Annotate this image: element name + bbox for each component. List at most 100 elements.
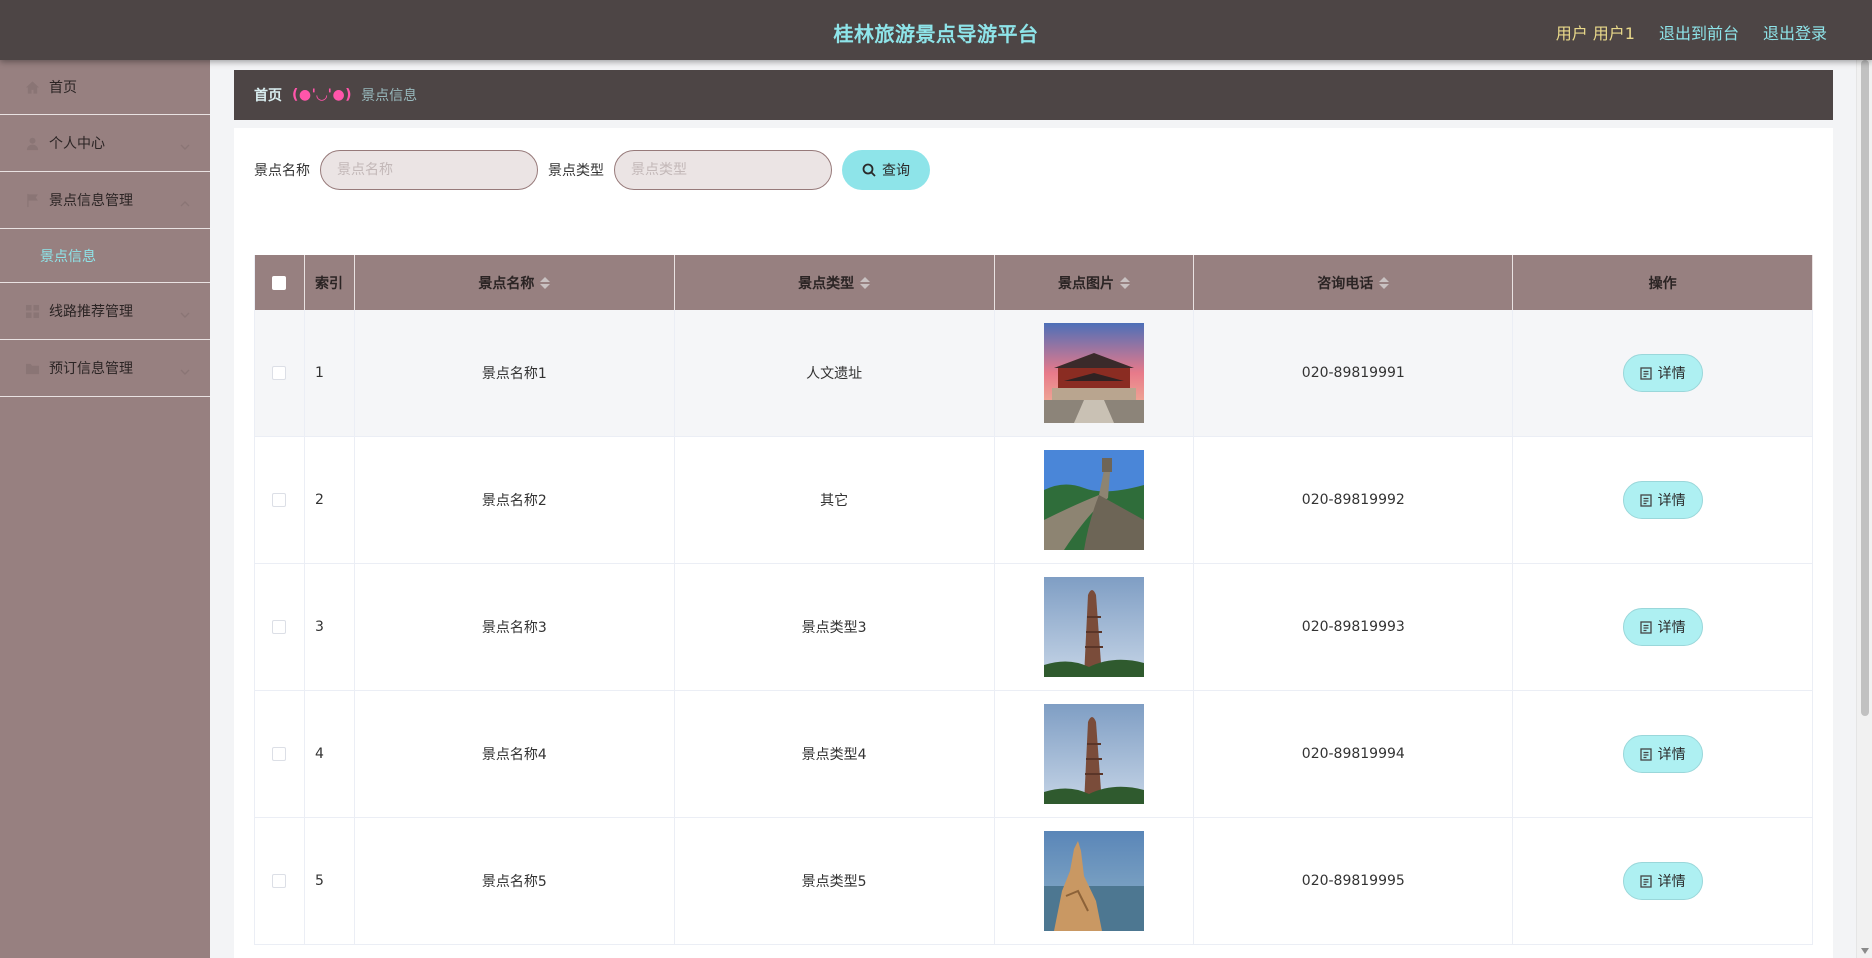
- grid-icon: [24, 303, 40, 319]
- table-row[interactable]: 1 景点名称1 人文遗址 020-89819991 详情: [255, 310, 1814, 437]
- type-filter-input[interactable]: [614, 150, 832, 190]
- row-operations: 详情: [1513, 818, 1814, 944]
- breadcrumb-separator: (●'◡'●): [292, 87, 353, 103]
- detail-button[interactable]: 详情: [1622, 862, 1703, 900]
- row-name: 景点名称5: [355, 818, 675, 944]
- header-checkbox-cell: [255, 255, 305, 310]
- row-phone: 020-89819992: [1194, 437, 1514, 563]
- scroll-down-arrow-icon[interactable]: [1861, 948, 1869, 954]
- attractions-table: 索引 景点名称 景点类型 景点图片 咨询电话 操作 1 景点名称1 人文遗址 020-…: [254, 255, 1814, 945]
- row-checkbox-cell: [255, 818, 305, 944]
- row-checkbox-cell: [255, 310, 305, 436]
- sidebar-item-attraction-management[interactable]: 景点信息管理: [0, 172, 210, 229]
- row-checkbox[interactable]: [272, 747, 287, 761]
- column-header-label: 操作: [1648, 275, 1677, 292]
- row-image-cell: [995, 691, 1195, 817]
- name-filter-input[interactable]: [320, 150, 538, 190]
- breadcrumb-current: 景点信息: [361, 88, 418, 104]
- table-row[interactable]: 4 景点名称4 景点类型4 020-89819994 详情: [255, 691, 1814, 818]
- sidebar-item-label: 景点信息管理: [49, 193, 133, 209]
- row-checkbox-cell: [255, 691, 305, 817]
- table-row[interactable]: 2 景点名称2 其它 020-89819992 详情: [255, 437, 1814, 564]
- column-header-label: 索引: [314, 275, 343, 292]
- detail-button-label: 详情: [1657, 620, 1686, 636]
- document-icon: [1639, 493, 1652, 507]
- chevron-up-icon: [180, 196, 190, 207]
- column-header-name[interactable]: 景点名称: [355, 255, 675, 310]
- row-index: 4: [305, 691, 355, 817]
- row-index: 2: [305, 437, 355, 563]
- attraction-thumbnail[interactable]: [1043, 450, 1144, 550]
- search-form: 景点名称 景点类型 查询: [254, 150, 930, 190]
- header-actions: 用户 用户1 退出到前台 退出登录: [1556, 20, 1827, 44]
- sort-icon[interactable]: [860, 276, 871, 289]
- exit-to-front-link[interactable]: 退出到前台: [1659, 20, 1739, 44]
- row-type: 景点类型4: [675, 691, 995, 817]
- row-checkbox[interactable]: [272, 493, 287, 507]
- document-icon: [1639, 874, 1652, 888]
- detail-button-label: 详情: [1657, 874, 1686, 890]
- table-row[interactable]: 5 景点名称5 景点类型5 020-89819995 详情: [255, 818, 1814, 945]
- row-checkbox[interactable]: [272, 874, 287, 888]
- detail-button-label: 详情: [1657, 493, 1686, 509]
- column-header-image[interactable]: 景点图片: [995, 255, 1195, 310]
- row-phone: 020-89819993: [1194, 564, 1514, 690]
- column-header-type[interactable]: 景点类型: [675, 255, 995, 310]
- query-button-label: 查询: [882, 163, 910, 179]
- query-button[interactable]: 查询: [842, 150, 930, 190]
- row-type: 其它: [675, 437, 995, 563]
- sidebar-item-home[interactable]: 首页: [0, 60, 210, 115]
- sort-icon[interactable]: [1379, 276, 1390, 289]
- row-type: 景点类型5: [675, 818, 995, 944]
- row-name: 景点名称4: [355, 691, 675, 817]
- row-phone: 020-89819991: [1194, 310, 1514, 436]
- table-row[interactable]: 3 景点名称3 景点类型3 020-89819993 详情: [255, 564, 1814, 691]
- breadcrumb-home[interactable]: 首页: [254, 85, 282, 105]
- sidebar-item-label: 预订信息管理: [49, 361, 133, 377]
- chevron-down-icon: [180, 139, 190, 150]
- sort-icon[interactable]: [540, 276, 551, 289]
- row-name: 景点名称2: [355, 437, 675, 563]
- row-checkbox-cell: [255, 437, 305, 563]
- detail-button[interactable]: 详情: [1622, 735, 1703, 773]
- attraction-thumbnail[interactable]: [1043, 704, 1144, 804]
- chevron-down-icon: [180, 364, 190, 375]
- type-filter-label: 景点类型: [548, 163, 604, 179]
- sidebar-item-route-management[interactable]: 线路推荐管理: [0, 283, 210, 340]
- search-icon: [862, 163, 876, 177]
- sort-icon[interactable]: [1119, 276, 1130, 289]
- row-image-cell: [995, 818, 1195, 944]
- column-header-label: 景点名称: [478, 275, 535, 292]
- row-index: 1: [305, 310, 355, 436]
- current-user-label: 用户 用户1: [1555, 24, 1635, 43]
- sidebar-subitem-attraction-info[interactable]: 景点信息: [0, 229, 210, 283]
- page-scrollbar[interactable]: [1856, 60, 1872, 958]
- row-checkbox-cell: [255, 564, 305, 690]
- detail-button-label: 详情: [1657, 366, 1686, 382]
- document-icon: [1639, 366, 1652, 380]
- detail-button[interactable]: 详情: [1622, 608, 1703, 646]
- attraction-thumbnail[interactable]: [1043, 831, 1144, 931]
- select-all-checkbox[interactable]: [272, 275, 287, 290]
- column-header-phone[interactable]: 咨询电话: [1194, 255, 1514, 310]
- column-header-index: 索引: [305, 255, 355, 310]
- scrollbar-thumb[interactable]: [1861, 60, 1869, 716]
- detail-button[interactable]: 详情: [1622, 354, 1703, 392]
- row-type: 景点类型3: [675, 564, 995, 690]
- logout-link[interactable]: 退出登录: [1763, 20, 1827, 44]
- column-header-label: 景点图片: [1057, 275, 1114, 292]
- row-operations: 详情: [1513, 564, 1814, 690]
- row-checkbox[interactable]: [272, 366, 287, 380]
- row-checkbox[interactable]: [272, 620, 287, 634]
- sidebar-item-booking-management[interactable]: 预订信息管理: [0, 340, 210, 397]
- sidebar-item-label: 线路推荐管理: [49, 304, 133, 320]
- document-icon: [1639, 747, 1652, 761]
- column-header-label: 咨询电话: [1317, 275, 1374, 292]
- detail-button[interactable]: 详情: [1622, 481, 1703, 519]
- attraction-thumbnail[interactable]: [1043, 577, 1144, 677]
- name-filter-label: 景点名称: [254, 163, 310, 179]
- sidebar-item-personal-center[interactable]: 个人中心: [0, 115, 210, 172]
- column-header-operations: 操作: [1513, 255, 1814, 310]
- sidebar: 首页 个人中心 景点信息管理 景点信息 线路推荐管理 预订信息管理: [0, 60, 210, 958]
- attraction-thumbnail[interactable]: [1043, 323, 1144, 423]
